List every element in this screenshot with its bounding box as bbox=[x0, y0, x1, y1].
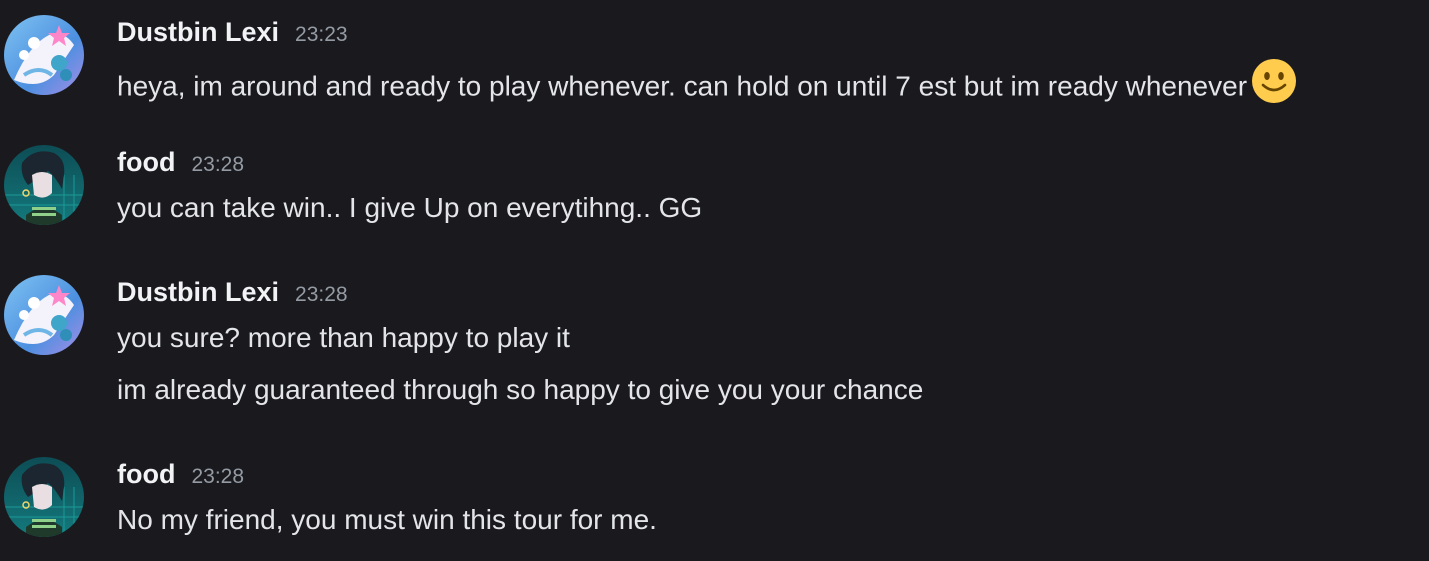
username[interactable]: food bbox=[117, 459, 175, 490]
message-line: im already guaranteed through so happy t… bbox=[117, 374, 924, 405]
message-header: Dustbin Lexi 23:28 bbox=[117, 277, 348, 311]
message-line: you can take win.. I give Up on everytih… bbox=[117, 192, 703, 223]
message-text: No my friend, you must win this tour for… bbox=[117, 503, 657, 537]
message-header: food 23:28 bbox=[117, 147, 244, 181]
message-line: No my friend, you must win this tour for… bbox=[117, 504, 657, 535]
lexi-avatar[interactable] bbox=[4, 15, 84, 95]
timestamp[interactable]: 23:28 bbox=[191, 153, 244, 177]
chat-log: { "messages": [ { "username": "Dustbin L… bbox=[0, 0, 1429, 561]
message-header: Dustbin Lexi 23:23 bbox=[117, 17, 348, 51]
timestamp[interactable]: 23:28 bbox=[295, 283, 348, 307]
username[interactable]: food bbox=[117, 147, 175, 178]
slightly-smiling-face-emoji[interactable] bbox=[1251, 58, 1297, 112]
message-line: you sure? more than happy to play it bbox=[117, 322, 570, 353]
lexi-avatar[interactable] bbox=[4, 275, 84, 355]
timestamp[interactable]: 23:28 bbox=[191, 465, 244, 489]
food-avatar[interactable] bbox=[4, 145, 84, 225]
food-avatar[interactable] bbox=[4, 457, 84, 537]
username[interactable]: Dustbin Lexi bbox=[117, 277, 279, 308]
timestamp[interactable]: 23:23 bbox=[295, 23, 348, 47]
message-text: you can take win.. I give Up on everytih… bbox=[117, 191, 702, 225]
username[interactable]: Dustbin Lexi bbox=[117, 17, 279, 48]
message-line: heya, im around and ready to play whenev… bbox=[117, 70, 1248, 102]
message-text: im already guaranteed through so happy t… bbox=[117, 373, 923, 407]
message-text: you sure? more than happy to play it bbox=[117, 321, 570, 355]
message-header: food 23:28 bbox=[117, 459, 244, 493]
message-text: heya, im around and ready to play whenev… bbox=[117, 58, 1297, 115]
